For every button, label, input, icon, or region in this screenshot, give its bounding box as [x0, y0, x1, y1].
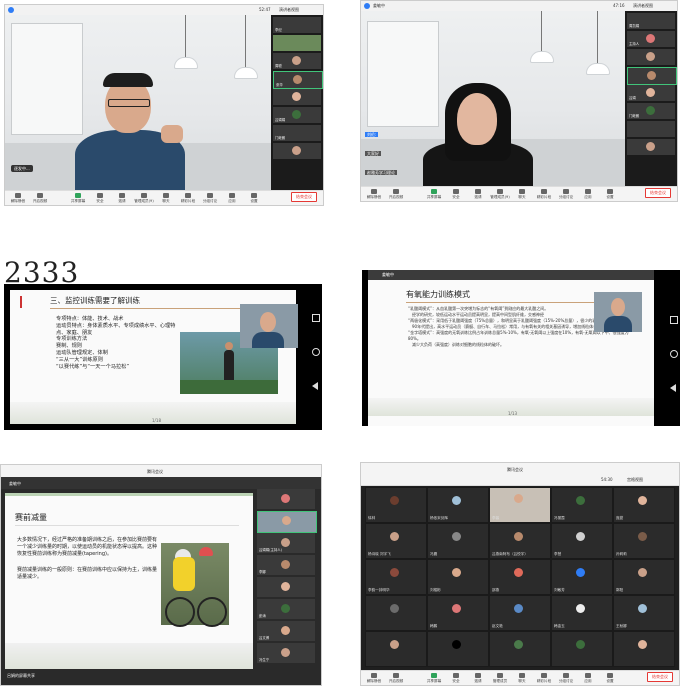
- speaker-thumbnail: [240, 304, 298, 348]
- slide-photo: [161, 543, 229, 627]
- host-label: 姜敏中: [9, 481, 21, 486]
- meeting-window-4: 腾讯会议 54:30 宫格视图 徐林 杨依宋剑辉 李馨 冯丽霞 庞甜 杨诗晓 刘…: [360, 462, 680, 686]
- slide-title: 有氧能力训练模式: [406, 290, 470, 299]
- app-logo: [8, 7, 14, 13]
- home-icon[interactable]: [670, 350, 678, 358]
- page-indicator: 1/18: [152, 418, 161, 423]
- view-button[interactable]: 演讲者视图: [279, 7, 299, 12]
- view-button[interactable]: 宫格视图: [627, 477, 643, 482]
- video-main: 逐发中...: [5, 15, 271, 191]
- share-button[interactable]: 共享屏幕: [67, 193, 89, 204]
- square-icon[interactable]: [312, 314, 320, 322]
- chat-button[interactable]: 聊天: [511, 673, 533, 684]
- meeting-window-3: 腾讯会议 姜敏中 赛前减量 大多数情况下，经过严格的准备期训练之后，在参加比赛前…: [0, 464, 322, 686]
- share-button[interactable]: 共享屏幕: [423, 189, 445, 200]
- back-icon[interactable]: [670, 384, 676, 392]
- breakout-button[interactable]: 分组讨论: [555, 189, 577, 200]
- back-icon[interactable]: [312, 382, 318, 390]
- share-footer: 吕娟的屏幕共享: [7, 673, 35, 678]
- app-logo: [364, 3, 370, 9]
- settings-button[interactable]: 设置: [243, 193, 265, 204]
- meeting-window-1: 52:47 演讲者视图 逐发中... 李纪 周聪 张华 吕娟娟 门继朗 解除静音…: [4, 4, 324, 206]
- app-title: 腾讯会议: [507, 467, 523, 472]
- view-button[interactable]: 演讲者视图: [633, 3, 653, 8]
- app-title: 腾讯会议: [147, 469, 163, 474]
- invite-button[interactable]: 邀请: [467, 673, 489, 684]
- highlights-button[interactable]: 精彩片段: [177, 193, 199, 204]
- android-nav: [666, 270, 680, 426]
- unmute-button[interactable]: 解除静音: [363, 673, 385, 684]
- gallery-grid: 徐林 杨依宋剑辉 李馨 冯丽霞 庞甜 杨诗晓 刘宇飞 冯震 吕燕南阿布（吕悦宇）…: [365, 487, 675, 667]
- square-icon[interactable]: [670, 316, 678, 324]
- participant-sidebar: 李纪 周聪 张华 吕娟娟 门继朗: [271, 15, 323, 191]
- invite-button[interactable]: 邀请: [111, 193, 133, 204]
- time-label: 52:47: [259, 7, 271, 12]
- security-button[interactable]: 安全: [445, 673, 467, 684]
- slide-title: 赛前减量: [15, 513, 47, 522]
- settings-button[interactable]: 设置: [599, 673, 621, 684]
- chat-button[interactable]: 聊天: [155, 193, 177, 204]
- apps-button[interactable]: 应用: [221, 193, 243, 204]
- video-main: 刘伦: 大家好 赵雅芳学习理论: [361, 11, 625, 187]
- slide-title: 三、监控训练需要了解训练: [50, 296, 140, 305]
- meeting-toolbar: 解除静音 开启视频 共享屏幕 安全 邀请 管理成员(9) 聊天 精彩片段 分组讨…: [5, 190, 323, 205]
- host-label: 姜敏中: [382, 272, 394, 277]
- members-button[interactable]: 管理成员(9): [489, 189, 511, 200]
- meeting-toolbar: 解除静音 开启视频 共享屏幕 安全 邀请 管理成员(9) 聊天 精彩片段 分组讨…: [361, 186, 677, 201]
- breakout-button[interactable]: 分组讨论: [555, 673, 577, 684]
- apps-button[interactable]: 应用: [577, 673, 599, 684]
- participant-sidebar: 周凯娟 主持人 吕娟 门继朗: [625, 11, 677, 187]
- highlights-button[interactable]: 精彩片段: [533, 673, 555, 684]
- phone-screen-2: 姜敏中 有氧能力训练模式 “乳酸阈模式”：从血乳酸第一次突增为标志的“有氧阈”到…: [362, 270, 680, 426]
- share-button[interactable]: 共享屏幕: [423, 673, 445, 684]
- chat-overlay: 刘伦: 大家好 赵雅芳学习理论: [365, 132, 397, 175]
- unmute-button[interactable]: 解除静音: [363, 189, 385, 200]
- breakout-button[interactable]: 分组讨论: [199, 193, 221, 204]
- apps-button[interactable]: 应用: [577, 189, 599, 200]
- bullet-list: 大多数情况下，经过严格的准备期训练之后，在参加比赛前要有一个减少训练量的时期，以…: [17, 537, 158, 580]
- end-meeting-button[interactable]: 结束会议: [645, 188, 671, 198]
- android-nav: [308, 284, 322, 430]
- members-button[interactable]: 管理成员: [489, 673, 511, 684]
- end-meeting-button[interactable]: 结束会议: [647, 672, 673, 682]
- chat-button[interactable]: 聊天: [511, 189, 533, 200]
- highlights-button[interactable]: 精彩片段: [533, 189, 555, 200]
- settings-button[interactable]: 设置: [599, 189, 621, 200]
- host-label: 姜敏中: [373, 3, 385, 8]
- video-button[interactable]: 开启视频: [385, 189, 407, 200]
- members-button[interactable]: 管理成员(9): [133, 193, 155, 204]
- participant-sidebar: 吕娟娟(主持人) 李娜 彭涛 吕文博 冯生宁: [257, 489, 317, 679]
- bullet-list: 专项特点：体能、技术、战术 运动员特点：身体素质水平、专项成绩水平、心理特点、家…: [56, 316, 176, 370]
- slide: 三、监控训练需要了解训练 专项特点：体能、技术、战术 运动员特点：身体素质水平、…: [10, 290, 298, 424]
- time-label: 54:30: [601, 477, 613, 482]
- page-indicator: 1/13: [508, 411, 517, 416]
- self-label: 逐发中...: [11, 165, 33, 172]
- slide: 赛前减量 大多数情况下，经过严格的准备期训练之后，在参加比赛前要有一个减少训练量…: [5, 493, 253, 669]
- home-icon[interactable]: [312, 348, 320, 356]
- security-button[interactable]: 安全: [89, 193, 111, 204]
- video-button[interactable]: 开启视频: [385, 673, 407, 684]
- slide: 姜敏中 有氧能力训练模式 “乳酸阈模式”：从血乳酸第一次突增为标志的“有氧阈”到…: [368, 270, 654, 426]
- meeting-window-2: 姜敏中 47:16 演讲者视图 刘伦: 大家好 赵雅芳学习理论 周凯娟 主持人 …: [360, 0, 678, 202]
- meeting-toolbar: 解除静音 开启视频 共享屏幕 安全 邀请 管理成员 聊天 精彩片段 分组讨论 应…: [361, 670, 679, 685]
- time-label: 47:16: [613, 3, 625, 8]
- speaker-thumbnail: [594, 292, 642, 332]
- invite-button[interactable]: 邀请: [467, 189, 489, 200]
- unmute-button[interactable]: 解除静音: [7, 193, 29, 204]
- end-meeting-button[interactable]: 结束会议: [291, 192, 317, 202]
- video-button[interactable]: 开启视频: [29, 193, 51, 204]
- security-button[interactable]: 安全: [445, 189, 467, 200]
- phone-screen-1: 三、监控训练需要了解训练 专项特点：体能、技术、战术 运动员特点：身体素质水平、…: [4, 284, 322, 430]
